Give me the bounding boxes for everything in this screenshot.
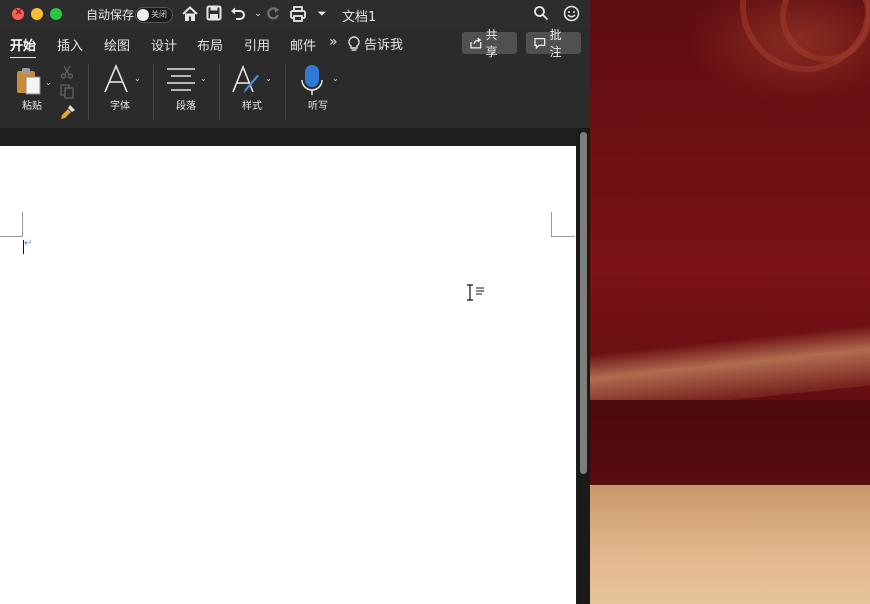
ribbon-tab-bar: 开始 插入 绘图 设计 布局 引用 邮件 » 告诉我 共享 批注: [0, 28, 590, 59]
paragraph-mark-icon: ↵: [24, 238, 33, 249]
autosave-state: 关闭: [151, 10, 167, 19]
ribbon-home: ⌄ 粘贴 ⌄ 字体 ⌄ 段落 ⌄ 样式 ⌄ 听写: [0, 58, 590, 129]
tab-design[interactable]: 设计: [151, 35, 177, 54]
dictate-label: 听写: [308, 101, 328, 112]
print-icon[interactable]: [289, 5, 307, 23]
paragraph-button[interactable]: ⌄: [166, 66, 210, 96]
margin-mark-right: [551, 212, 575, 237]
paragraph-label: 段落: [176, 101, 196, 112]
close-window-button[interactable]: [12, 5, 24, 20]
autosave-label: 自动保存: [86, 8, 135, 22]
paragraph-dropdown-chevron-icon: ⌄: [200, 74, 207, 83]
title-bar: 自动保存 关闭 ⌄ ⏷ 文档1: [0, 0, 590, 28]
minimize-window-button[interactable]: [31, 8, 43, 20]
dictate-dropdown-chevron-icon: ⌄: [332, 74, 339, 83]
tab-insert[interactable]: 插入: [57, 35, 83, 54]
cut-button[interactable]: [60, 64, 76, 80]
scissors-icon: [60, 65, 74, 79]
maximize-window-button[interactable]: [50, 8, 62, 20]
customize-toolbar-icon[interactable]: ⏷: [313, 5, 331, 23]
format-painter-icon: [61, 105, 75, 119]
undo-icon[interactable]: [229, 5, 247, 23]
clipboard-paste-icon: [17, 68, 41, 95]
paste-label: 粘贴: [22, 101, 42, 112]
ibeam-cursor-icon: [465, 284, 487, 302]
font-label: 字体: [110, 101, 130, 112]
share-icon: [470, 37, 482, 49]
font-button[interactable]: ⌄: [102, 63, 144, 98]
dictate-button[interactable]: ⌄: [300, 64, 344, 98]
tab-layout[interactable]: 布局: [197, 35, 223, 54]
ribbon-separator: [285, 64, 286, 120]
toggle-knob: [137, 9, 149, 21]
share-button[interactable]: 共享: [462, 28, 517, 59]
copy-icon: [60, 84, 74, 99]
tab-mailings[interactable]: 邮件: [290, 35, 316, 54]
home-icon[interactable]: [181, 5, 199, 23]
comments-button[interactable]: 批注: [526, 28, 581, 59]
microphone-icon: [301, 65, 323, 95]
more-tabs-chevron-icon[interactable]: »: [329, 34, 338, 50]
share-label: 共享: [485, 28, 498, 59]
styles-dropdown-chevron-icon: ⌄: [265, 74, 272, 83]
styles-label: 样式: [242, 101, 262, 112]
ribbon-separator: [153, 64, 154, 120]
autosave-toggle[interactable]: 关闭: [135, 7, 173, 23]
styles-button[interactable]: ⌄: [231, 64, 275, 98]
desktop-wallpaper: [590, 0, 870, 604]
ribbon-separator: [219, 64, 220, 120]
font-icon: [104, 63, 128, 93]
search-icon[interactable]: [532, 5, 550, 23]
tell-me-search[interactable]: 告诉我: [348, 34, 403, 53]
word-window: 自动保存 关闭 ⌄ ⏷ 文档1 开始 插入: [0, 0, 590, 604]
scrollbar-thumb[interactable]: [580, 132, 587, 474]
ribbon-separator: [88, 64, 89, 120]
paragraph-align-icon: [167, 68, 195, 91]
comment-icon: [534, 37, 546, 49]
margin-mark-left: [0, 212, 23, 237]
copy-button[interactable]: [60, 84, 76, 100]
tell-me-label: 告诉我: [364, 38, 404, 53]
redo-icon[interactable]: [264, 5, 282, 23]
paste-dropdown-chevron-icon: ⌄: [45, 78, 52, 87]
tab-home[interactable]: 开始: [10, 35, 37, 59]
styles-icon: [232, 64, 259, 93]
tab-references[interactable]: 引用: [244, 35, 270, 54]
comments-label: 批注: [549, 28, 562, 59]
tab-draw[interactable]: 绘图: [104, 35, 130, 54]
font-dropdown-chevron-icon: ⌄: [134, 74, 141, 83]
save-icon[interactable]: [205, 5, 223, 23]
feedback-smiley-icon[interactable]: [562, 5, 580, 23]
document-title: 文档1: [342, 10, 377, 25]
format-painter-button[interactable]: [60, 104, 76, 120]
document-page[interactable]: ↵: [0, 146, 576, 604]
lightbulb-icon: [348, 35, 360, 51]
